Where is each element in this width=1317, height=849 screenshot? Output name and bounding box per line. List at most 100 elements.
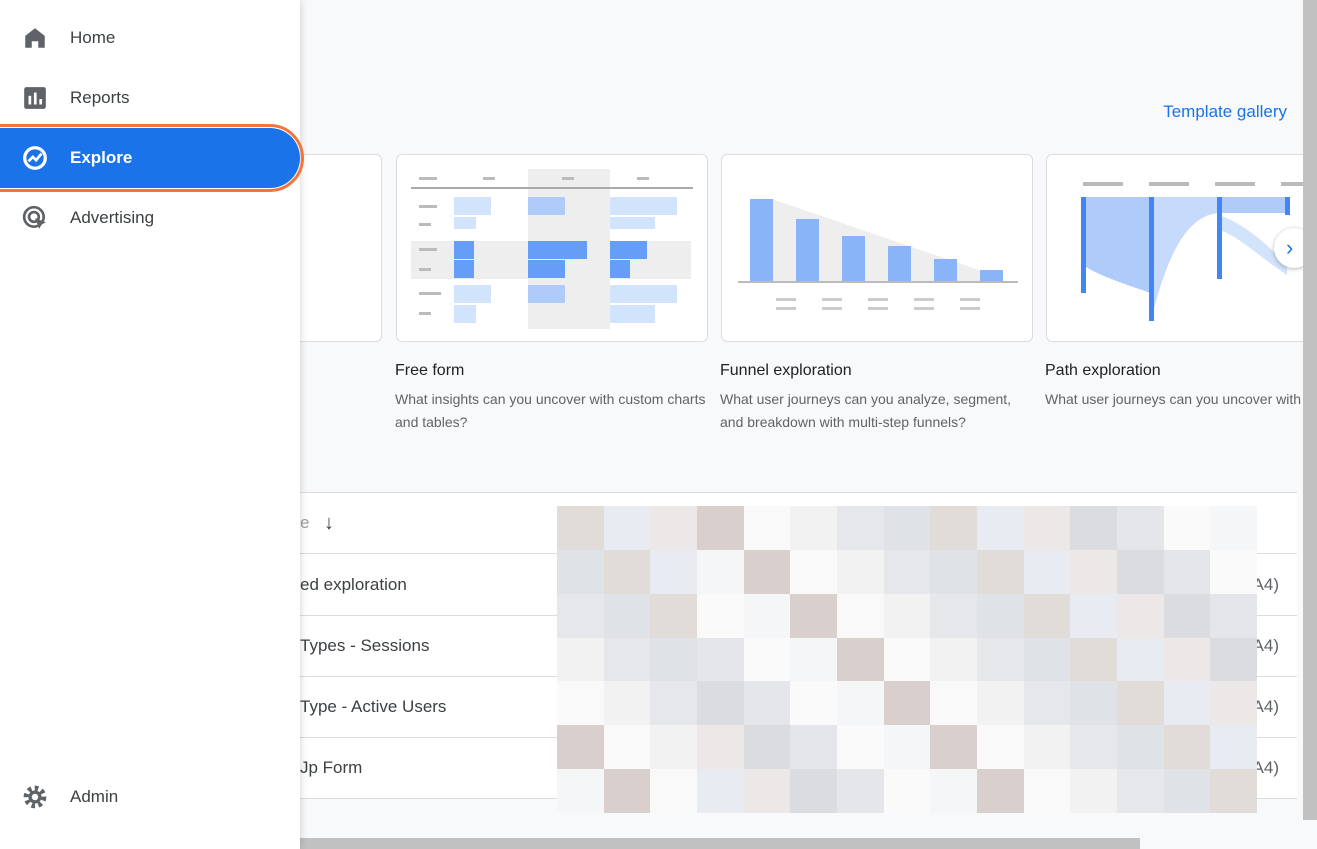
template-card-funnel[interactable] (721, 154, 1033, 342)
mosaic-cell (930, 769, 977, 813)
mosaic-cell (1023, 637, 1071, 682)
mosaic-cell (1163, 725, 1211, 770)
vertical-scrollbar[interactable] (1303, 0, 1317, 820)
mosaic-cell (837, 593, 884, 638)
mosaic-cell (1210, 681, 1257, 726)
redacted-region (557, 506, 1257, 813)
mosaic-cell (977, 637, 1024, 682)
mosaic-cell (743, 769, 791, 813)
main-content: Template gallery Free form What insights… (300, 0, 1303, 849)
mosaic-cell (1070, 725, 1117, 770)
mosaic-cell (1163, 593, 1211, 638)
mosaic-cell (557, 769, 604, 813)
mosaic-cell (557, 725, 604, 770)
mosaic-cell (650, 637, 697, 682)
mosaic-cell (790, 681, 837, 726)
mosaic-cell (1117, 637, 1164, 682)
mosaic-cell (883, 637, 931, 682)
mosaic-cell (977, 769, 1024, 813)
mosaic-cell (837, 769, 884, 813)
mosaic-cell (790, 549, 837, 594)
mosaic-cell (1023, 681, 1071, 726)
sidebar-item-explore[interactable]: Explore (0, 124, 304, 192)
template-card-free-form[interactable] (396, 154, 708, 342)
mosaic-cell (557, 681, 604, 726)
mosaic-cell (743, 593, 791, 638)
row-name[interactable]: Type - Active Users (300, 697, 446, 717)
mosaic-cell (743, 549, 791, 594)
mosaic-cell (697, 549, 744, 594)
sidebar-item-reports[interactable]: Reports (0, 68, 300, 128)
template-card-path[interactable] (1046, 154, 1303, 342)
mosaic-cell (1210, 506, 1257, 550)
mosaic-cell (1070, 637, 1117, 682)
row-name[interactable]: ed exploration (300, 575, 407, 595)
mosaic-cell (1070, 506, 1117, 550)
template-title: Funnel exploration (720, 362, 852, 379)
arrow-down-icon[interactable]: ↓ (324, 512, 334, 535)
mosaic-cell (883, 506, 931, 550)
sidebar: Home Reports Explore Advertising Admin (0, 0, 304, 849)
mosaic-cell (557, 637, 604, 682)
sidebar-item-label: Home (70, 28, 116, 47)
mosaic-cell (697, 637, 744, 682)
mosaic-cell (697, 506, 744, 550)
mosaic-cell (1070, 549, 1117, 594)
row-name[interactable]: Types - Sessions (300, 636, 429, 656)
mosaic-cell (790, 506, 837, 550)
mosaic-cell (1023, 725, 1071, 770)
sidebar-item-advertising[interactable]: Advertising (0, 188, 300, 248)
mosaic-cell (1210, 725, 1257, 770)
mosaic-cell (1163, 637, 1211, 682)
sidebar-item-admin[interactable]: Admin (0, 767, 300, 827)
mosaic-cell (603, 549, 651, 594)
mosaic-cell (837, 725, 884, 770)
mosaic-cell (1070, 681, 1117, 726)
mosaic-cell (603, 725, 651, 770)
template-card-blank[interactable] (300, 154, 382, 342)
mosaic-cell (1210, 593, 1257, 638)
mosaic-cell (557, 593, 604, 638)
mosaic-cell (1117, 549, 1164, 594)
template-gallery-link[interactable]: Template gallery (1163, 102, 1287, 122)
mosaic-cell (977, 593, 1024, 638)
mosaic-cell (743, 725, 791, 770)
home-icon (25, 28, 45, 48)
bar-chart-icon (24, 87, 46, 109)
template-description-text: What user journeys can you uncover with … (1045, 391, 1303, 407)
mosaic-cell (743, 637, 791, 682)
mosaic-cell (930, 637, 977, 682)
mosaic-cell (977, 681, 1024, 726)
mosaic-cell (837, 549, 884, 594)
mosaic-cell (650, 681, 697, 726)
template-title: Free form (395, 362, 465, 379)
sidebar-item-home[interactable]: Home (0, 8, 300, 68)
template-title: Path exploration (1045, 362, 1161, 379)
mosaic-cell (930, 506, 977, 550)
mosaic-cell (1163, 506, 1211, 550)
mosaic-cell (1070, 769, 1117, 813)
row-name[interactable]: Jp Form (300, 758, 362, 778)
mosaic-cell (603, 506, 651, 550)
funnel-illustration (738, 199, 1018, 310)
mosaic-cell (697, 593, 744, 638)
mosaic-cell (603, 681, 651, 726)
mosaic-cell (650, 549, 697, 594)
mosaic-cell (930, 593, 977, 638)
explorations-table: e ↓ ed exploration A4) Types - Sessions A4… (300, 492, 1297, 813)
chevron-right-icon: › (1286, 235, 1294, 260)
mosaic-cell (650, 506, 697, 550)
mosaic-cell (1070, 593, 1117, 638)
mosaic-cell (883, 549, 931, 594)
mosaic-cell (1117, 725, 1164, 770)
mosaic-cell (1117, 681, 1164, 726)
mosaic-cell (650, 769, 697, 813)
column-header[interactable]: e (300, 513, 309, 533)
mosaic-cell (837, 681, 884, 726)
mosaic-cell (883, 725, 931, 770)
mosaic-cell (603, 593, 651, 638)
mosaic-cell (1163, 769, 1211, 813)
mosaic-cell (697, 769, 744, 813)
template-description: What user journeys can you uncover with … (1045, 388, 1303, 411)
horizontal-scrollbar[interactable] (300, 838, 1140, 849)
